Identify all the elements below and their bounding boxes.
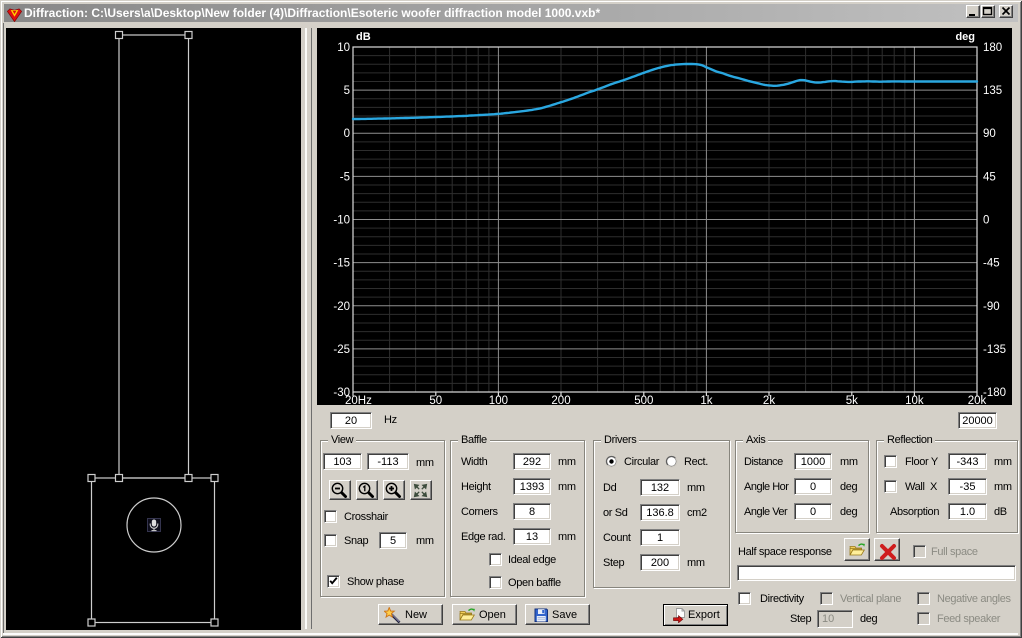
svg-text:-45: -45 — [983, 258, 1000, 270]
svg-text:-180: -180 — [983, 387, 1006, 399]
svg-text:20Hz: 20Hz — [345, 395, 372, 405]
svg-text:deg: deg — [955, 31, 975, 43]
svg-text:0: 0 — [983, 215, 989, 227]
svg-text:-15: -15 — [333, 258, 350, 270]
svg-text:-20: -20 — [333, 301, 350, 313]
svg-text:-90: -90 — [983, 301, 1000, 313]
svg-text:135: 135 — [983, 85, 1002, 97]
svg-text:10k: 10k — [905, 395, 924, 405]
svg-text:2k: 2k — [763, 395, 775, 405]
svg-text:-135: -135 — [983, 344, 1006, 356]
svg-text:180: 180 — [983, 42, 1002, 54]
svg-text:20k: 20k — [968, 395, 987, 405]
svg-text:200: 200 — [551, 395, 570, 405]
svg-text:-5: -5 — [340, 171, 350, 183]
svg-text:-25: -25 — [333, 344, 350, 356]
svg-text:1k: 1k — [700, 395, 712, 405]
svg-text:0: 0 — [344, 128, 350, 140]
svg-text:100: 100 — [489, 395, 508, 405]
svg-text:5: 5 — [344, 85, 350, 97]
svg-text:5k: 5k — [846, 395, 858, 405]
svg-text:-10: -10 — [333, 215, 350, 227]
svg-text:dB: dB — [356, 31, 371, 43]
svg-text:10: 10 — [337, 42, 350, 54]
svg-text:500: 500 — [634, 395, 653, 405]
svg-text:90: 90 — [983, 128, 996, 140]
svg-text:45: 45 — [983, 171, 996, 183]
svg-text:50: 50 — [429, 395, 442, 405]
